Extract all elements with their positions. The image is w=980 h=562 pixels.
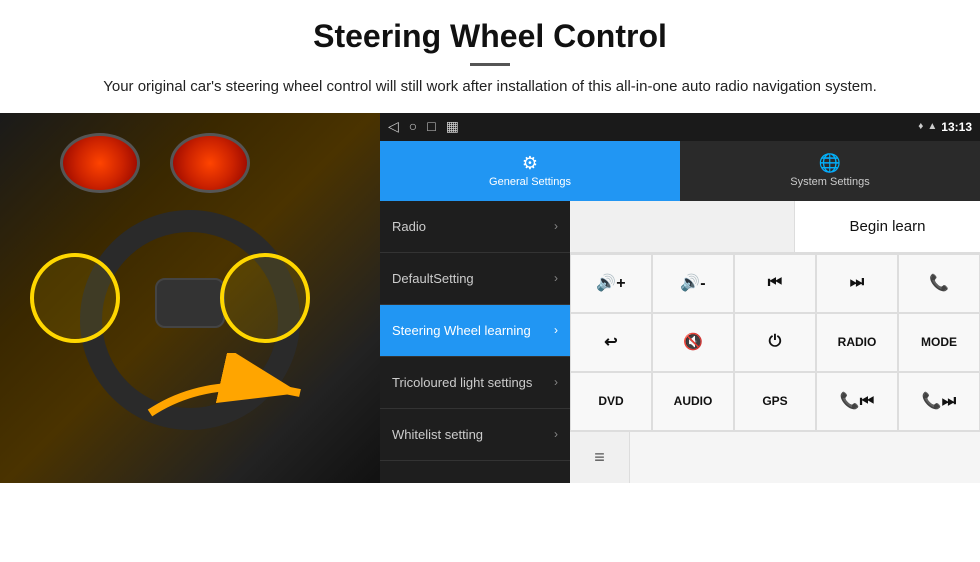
status-bar: ◁ ○ □ ▦ ♦ ▲ 13:13	[380, 113, 980, 141]
chevron-icon: ›	[554, 271, 558, 285]
next-track-icon: ⏭	[850, 274, 864, 292]
scan-icon: ≡	[594, 447, 605, 468]
ctrl-radio[interactable]: RADIO	[816, 313, 898, 372]
left-menu: Radio › DefaultSetting › Steering Wheel …	[380, 201, 570, 483]
menu-item-default-label: DefaultSetting	[392, 271, 554, 286]
ctrl-mode[interactable]: MODE	[898, 313, 980, 372]
ctrl-prev-track[interactable]: ⏮	[734, 254, 816, 313]
ctrl-mute[interactable]: 🔇	[652, 313, 734, 372]
arrow-indicator	[130, 353, 330, 433]
header-divider	[470, 63, 510, 66]
clock: 13:13	[941, 120, 972, 134]
steering-wheel-image	[0, 113, 380, 483]
menu-item-tricoloured-label: Tricoloured light settings	[392, 375, 554, 390]
menu-item-whitelist-label: Whitelist setting	[392, 427, 554, 442]
begin-learn-button[interactable]: Begin learn	[795, 201, 980, 252]
ctrl-power[interactable]: ⏻	[734, 313, 816, 372]
chevron-icon: ›	[554, 427, 558, 441]
main-content: ◁ ○ □ ▦ ♦ ▲ 13:13 ⚙ General Settings 🌐 S…	[0, 113, 980, 483]
android-ui: ◁ ○ □ ▦ ♦ ▲ 13:13 ⚙ General Settings 🌐 S…	[380, 113, 980, 483]
highlight-right-buttons	[220, 253, 310, 343]
ctrl-call-answer[interactable]: 📞	[898, 254, 980, 313]
vol-up-icon: 🔊+	[596, 273, 625, 293]
gauge-left	[60, 133, 140, 193]
begin-learn-row: Begin learn	[570, 201, 980, 253]
settings-tabs: ⚙ General Settings 🌐 System Settings	[380, 141, 980, 201]
location-icon: ♦	[918, 121, 923, 132]
radio-label: RADIO	[838, 335, 877, 349]
ctrl-gps[interactable]: GPS	[734, 372, 816, 431]
mode-label: MODE	[921, 335, 957, 349]
menu-item-tricoloured[interactable]: Tricoloured light settings ›	[380, 357, 570, 409]
right-control-panel: Begin learn 🔊+ 🔊- ⏮ ⏭	[570, 201, 980, 483]
menu-item-steering-wheel[interactable]: Steering Wheel learning ›	[380, 305, 570, 357]
call-end-icon: ↩	[604, 332, 617, 352]
tab-general[interactable]: ⚙ General Settings	[380, 141, 680, 201]
chevron-icon: ›	[554, 375, 558, 389]
nav-recent-icon[interactable]: □	[427, 118, 435, 135]
prev-track-icon: ⏮	[768, 274, 782, 292]
call-prev-icon: 📞⏮	[840, 391, 874, 411]
ctrl-call-end[interactable]: ↩	[570, 313, 652, 372]
nav-cast-icon[interactable]: ▦	[446, 118, 459, 135]
gauge-right	[170, 133, 250, 193]
highlight-left-buttons	[30, 253, 120, 343]
vol-down-icon: 🔊-	[680, 273, 705, 293]
menu-item-whitelist[interactable]: Whitelist setting ›	[380, 409, 570, 461]
chevron-icon: ›	[554, 323, 558, 337]
tab-system[interactable]: 🌐 System Settings	[680, 141, 980, 201]
call-next-icon: 📞⏭	[922, 391, 956, 411]
page-header: Steering Wheel Control Your original car…	[0, 0, 980, 109]
tab-system-label: System Settings	[790, 176, 869, 188]
status-indicators: ♦ ▲ 13:13	[918, 120, 972, 134]
menu-item-radio-label: Radio	[392, 219, 554, 234]
menu-item-default-setting[interactable]: DefaultSetting ›	[380, 253, 570, 305]
signal-icon: ▲	[927, 121, 937, 132]
empty-spacer	[570, 201, 795, 252]
ctrl-next-track[interactable]: ⏭	[816, 254, 898, 313]
ctrl-call-next[interactable]: 📞⏭	[898, 372, 980, 431]
nav-home-icon[interactable]: ○	[409, 118, 417, 135]
ctrl-audio[interactable]: AUDIO	[652, 372, 734, 431]
nav-back-icon[interactable]: ◁	[388, 118, 399, 135]
nav-buttons: ◁ ○ □ ▦	[388, 118, 459, 135]
power-icon: ⏻	[769, 333, 782, 351]
mute-icon: 🔇	[683, 332, 703, 352]
ctrl-vol-down[interactable]: 🔊-	[652, 254, 734, 313]
ctrl-call-prev[interactable]: 📞⏮	[816, 372, 898, 431]
menu-item-radio[interactable]: Radio ›	[380, 201, 570, 253]
gps-label: GPS	[762, 394, 787, 408]
audio-label: AUDIO	[674, 394, 713, 408]
general-settings-icon: ⚙	[522, 153, 538, 174]
dvd-label: DVD	[598, 394, 623, 408]
page-title: Steering Wheel Control	[40, 18, 940, 55]
chevron-icon: ›	[554, 219, 558, 233]
ctrl-dvd[interactable]: DVD	[570, 372, 652, 431]
steering-wheel-center	[155, 278, 225, 328]
ctrl-vol-up[interactable]: 🔊+	[570, 254, 652, 313]
menu-item-steering-label: Steering Wheel learning	[392, 323, 554, 338]
controls-grid: 🔊+ 🔊- ⏮ ⏭ 📞 ↩	[570, 253, 980, 431]
main-panel: Radio › DefaultSetting › Steering Wheel …	[380, 201, 980, 483]
system-settings-icon: 🌐	[819, 153, 841, 174]
header-subtitle: Your original car's steering wheel contr…	[40, 76, 940, 99]
tab-general-label: General Settings	[489, 176, 571, 188]
scan-row: ≡	[570, 431, 980, 483]
phone-icon: 📞	[929, 273, 949, 293]
scan-button[interactable]: ≡	[570, 432, 630, 483]
